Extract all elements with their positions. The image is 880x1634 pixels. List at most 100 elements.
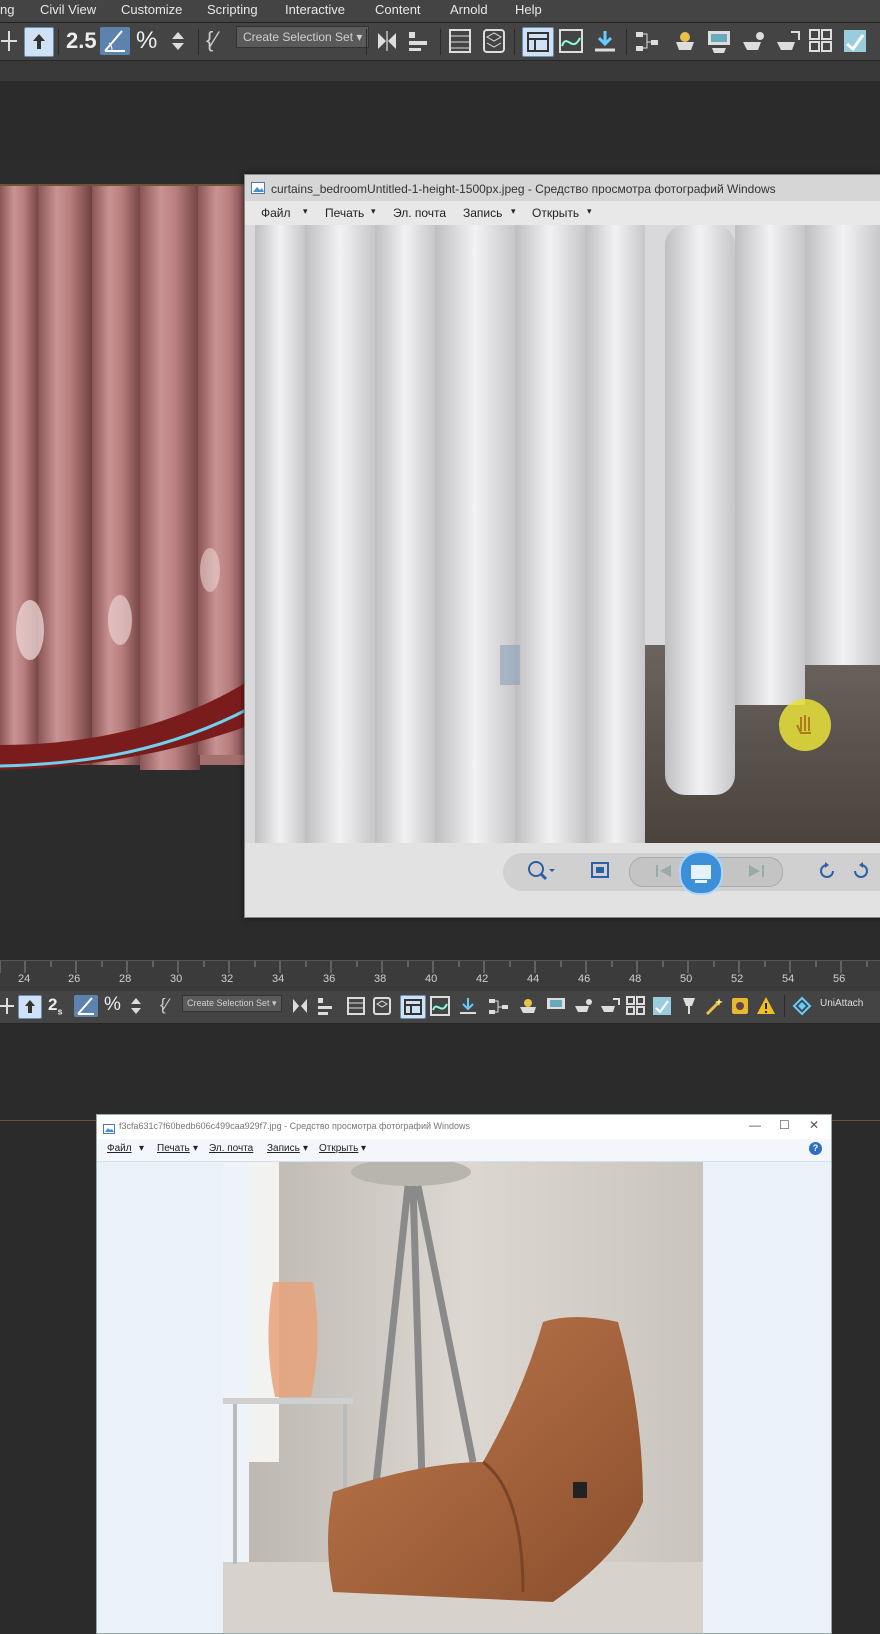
select-and-place-icon[interactable] [18, 995, 42, 1019]
next-icon[interactable] [745, 863, 767, 884]
menu-file-arrow-icon[interactable]: ▾ [303, 206, 308, 217]
toggle-ribbon-icon[interactable] [400, 995, 426, 1019]
spinner-snap-icon[interactable] [168, 27, 192, 55]
material-editor-icon[interactable] [672, 28, 698, 54]
named-selection-icon[interactable]: {⁄ [160, 995, 169, 1015]
render-setup-icon[interactable] [706, 28, 732, 54]
snap-toggle-icon[interactable]: 2s [48, 995, 62, 1016]
dope-sheet-icon[interactable] [458, 996, 478, 1016]
menu-item-ng[interactable]: ng [0, 2, 14, 17]
menu-file-arrow-icon[interactable]: ▾ [139, 1143, 144, 1154]
percent-snap-icon[interactable]: % [104, 994, 121, 1016]
percent-snap-icon[interactable]: % [136, 27, 157, 55]
render-setup-icon[interactable] [546, 996, 566, 1016]
render-production-icon[interactable] [774, 28, 802, 54]
menu-item-customize[interactable]: Customize [121, 2, 182, 17]
tick-label: 40 [425, 973, 438, 985]
menu-file[interactable]: Файл [107, 1143, 132, 1154]
scene-explorer-icon[interactable] [346, 996, 366, 1016]
minimize-icon[interactable]: — [749, 1118, 761, 1132]
material-editor-icon[interactable] [518, 996, 538, 1016]
tick-label: 28 [119, 973, 132, 985]
previous-icon[interactable] [653, 863, 675, 884]
tick-label: 26 [68, 973, 81, 985]
snap-toggle-icon[interactable]: 2.5 [66, 28, 97, 54]
tick-label: 54 [782, 973, 795, 985]
render-region-icon[interactable] [626, 996, 646, 1016]
uniattach-icon[interactable] [792, 996, 812, 1016]
lamp-icon[interactable] [680, 996, 698, 1016]
menu-print[interactable]: Печать [325, 206, 364, 220]
layer-explorer-icon[interactable] [482, 28, 506, 54]
create-selection-set-dropdown[interactable]: Create Selection Set ▾ [182, 995, 282, 1012]
actual-size-icon[interactable] [590, 861, 610, 884]
menu-open-arrow-icon[interactable]: ▾ [587, 206, 592, 217]
slideshow-icon[interactable] [679, 851, 723, 895]
menu-print-arrow-icon[interactable]: ▾ [193, 1143, 198, 1154]
render-window-icon[interactable] [652, 996, 672, 1016]
teapot-box-icon[interactable] [730, 996, 750, 1016]
schematic-view-icon[interactable] [634, 28, 660, 54]
menu-item-content[interactable]: Content [375, 2, 421, 17]
move-icon[interactable] [0, 996, 14, 1016]
mirror-icon[interactable] [290, 996, 310, 1016]
menu-print-arrow-icon[interactable]: ▾ [371, 206, 376, 217]
help-icon[interactable]: ? [809, 1142, 822, 1155]
move-icon[interactable] [0, 29, 18, 53]
menu-burn[interactable]: Запись [463, 206, 502, 220]
viewer2-menu: Файл ▾ Печать ▾ Эл. почта Запись ▾ Откры… [97, 1139, 831, 1162]
close-icon[interactable]: ✕ [809, 1118, 819, 1132]
align-icon[interactable] [406, 29, 432, 53]
create-selection-set-dropdown[interactable]: Create Selection Set ▾ [236, 26, 370, 48]
schematic-view-icon[interactable] [488, 996, 510, 1016]
rotate-right-icon[interactable] [851, 861, 871, 886]
magic-wand-icon[interactable] [704, 996, 724, 1016]
warning-icon[interactable] [756, 996, 776, 1016]
mirror-icon[interactable] [374, 29, 400, 53]
render-region-icon[interactable] [808, 28, 834, 54]
spinner-snap-icon[interactable] [128, 995, 146, 1017]
curve-editor-icon[interactable] [558, 28, 584, 54]
render-frame-icon[interactable] [574, 996, 594, 1016]
menu-open-arrow-icon[interactable]: ▾ [361, 1143, 366, 1154]
scene-explorer-icon[interactable] [448, 28, 472, 54]
menu-burn-arrow-icon[interactable]: ▾ [511, 206, 516, 217]
menu-item-help[interactable]: Help [515, 2, 542, 17]
menu-item-arnold[interactable]: Arnold [450, 2, 488, 17]
menu-burn-arrow-icon[interactable]: ▾ [303, 1143, 308, 1154]
sheer-curtain-photo [245, 225, 880, 843]
uniattach-button[interactable]: UniAttach [820, 998, 863, 1009]
render-window-icon[interactable] [842, 28, 868, 54]
angle-snap-icon[interactable] [100, 27, 130, 55]
menu-open[interactable]: Открыть [319, 1143, 358, 1154]
timeline-ruler[interactable]: 24 26 28 30 32 34 36 38 40 42 44 46 48 5… [0, 960, 880, 992]
rotate-left-icon[interactable] [817, 861, 837, 886]
menu-item-civil-view[interactable]: Civil View [40, 2, 96, 17]
layer-explorer-icon[interactable] [372, 996, 392, 1016]
viewer-controls [245, 843, 880, 917]
menu-print[interactable]: Печать [157, 1143, 190, 1154]
align-icon[interactable] [316, 996, 336, 1016]
tick-label: 34 [272, 973, 285, 985]
maximize-icon[interactable]: ☐ [779, 1118, 790, 1132]
menu-burn[interactable]: Запись [267, 1143, 300, 1154]
menu-email[interactable]: Эл. почта [209, 1143, 253, 1154]
dope-sheet-icon[interactable] [592, 28, 618, 54]
menu-item-interactive[interactable]: Interactive [285, 2, 345, 17]
tick-label: 38 [374, 973, 387, 985]
select-and-place-icon[interactable] [24, 27, 54, 57]
menu-file[interactable]: Файл [261, 206, 291, 220]
zoom-icon[interactable] [527, 860, 555, 887]
tick-label: 30 [170, 973, 183, 985]
tick-label: 56 [833, 973, 846, 985]
named-selection-icon[interactable]: {⁄ [206, 27, 217, 53]
angle-snap-icon[interactable] [74, 995, 98, 1017]
menu-bar: ng Civil View Customize Scripting Intera… [0, 0, 880, 23]
menu-item-scripting[interactable]: Scripting [207, 2, 258, 17]
menu-open[interactable]: Открыть [532, 206, 579, 220]
curve-editor-icon[interactable] [430, 996, 450, 1016]
menu-email[interactable]: Эл. почта [393, 206, 446, 220]
render-production-icon[interactable] [600, 996, 620, 1016]
render-frame-icon[interactable] [740, 28, 768, 54]
toggle-ribbon-icon[interactable] [522, 27, 554, 57]
